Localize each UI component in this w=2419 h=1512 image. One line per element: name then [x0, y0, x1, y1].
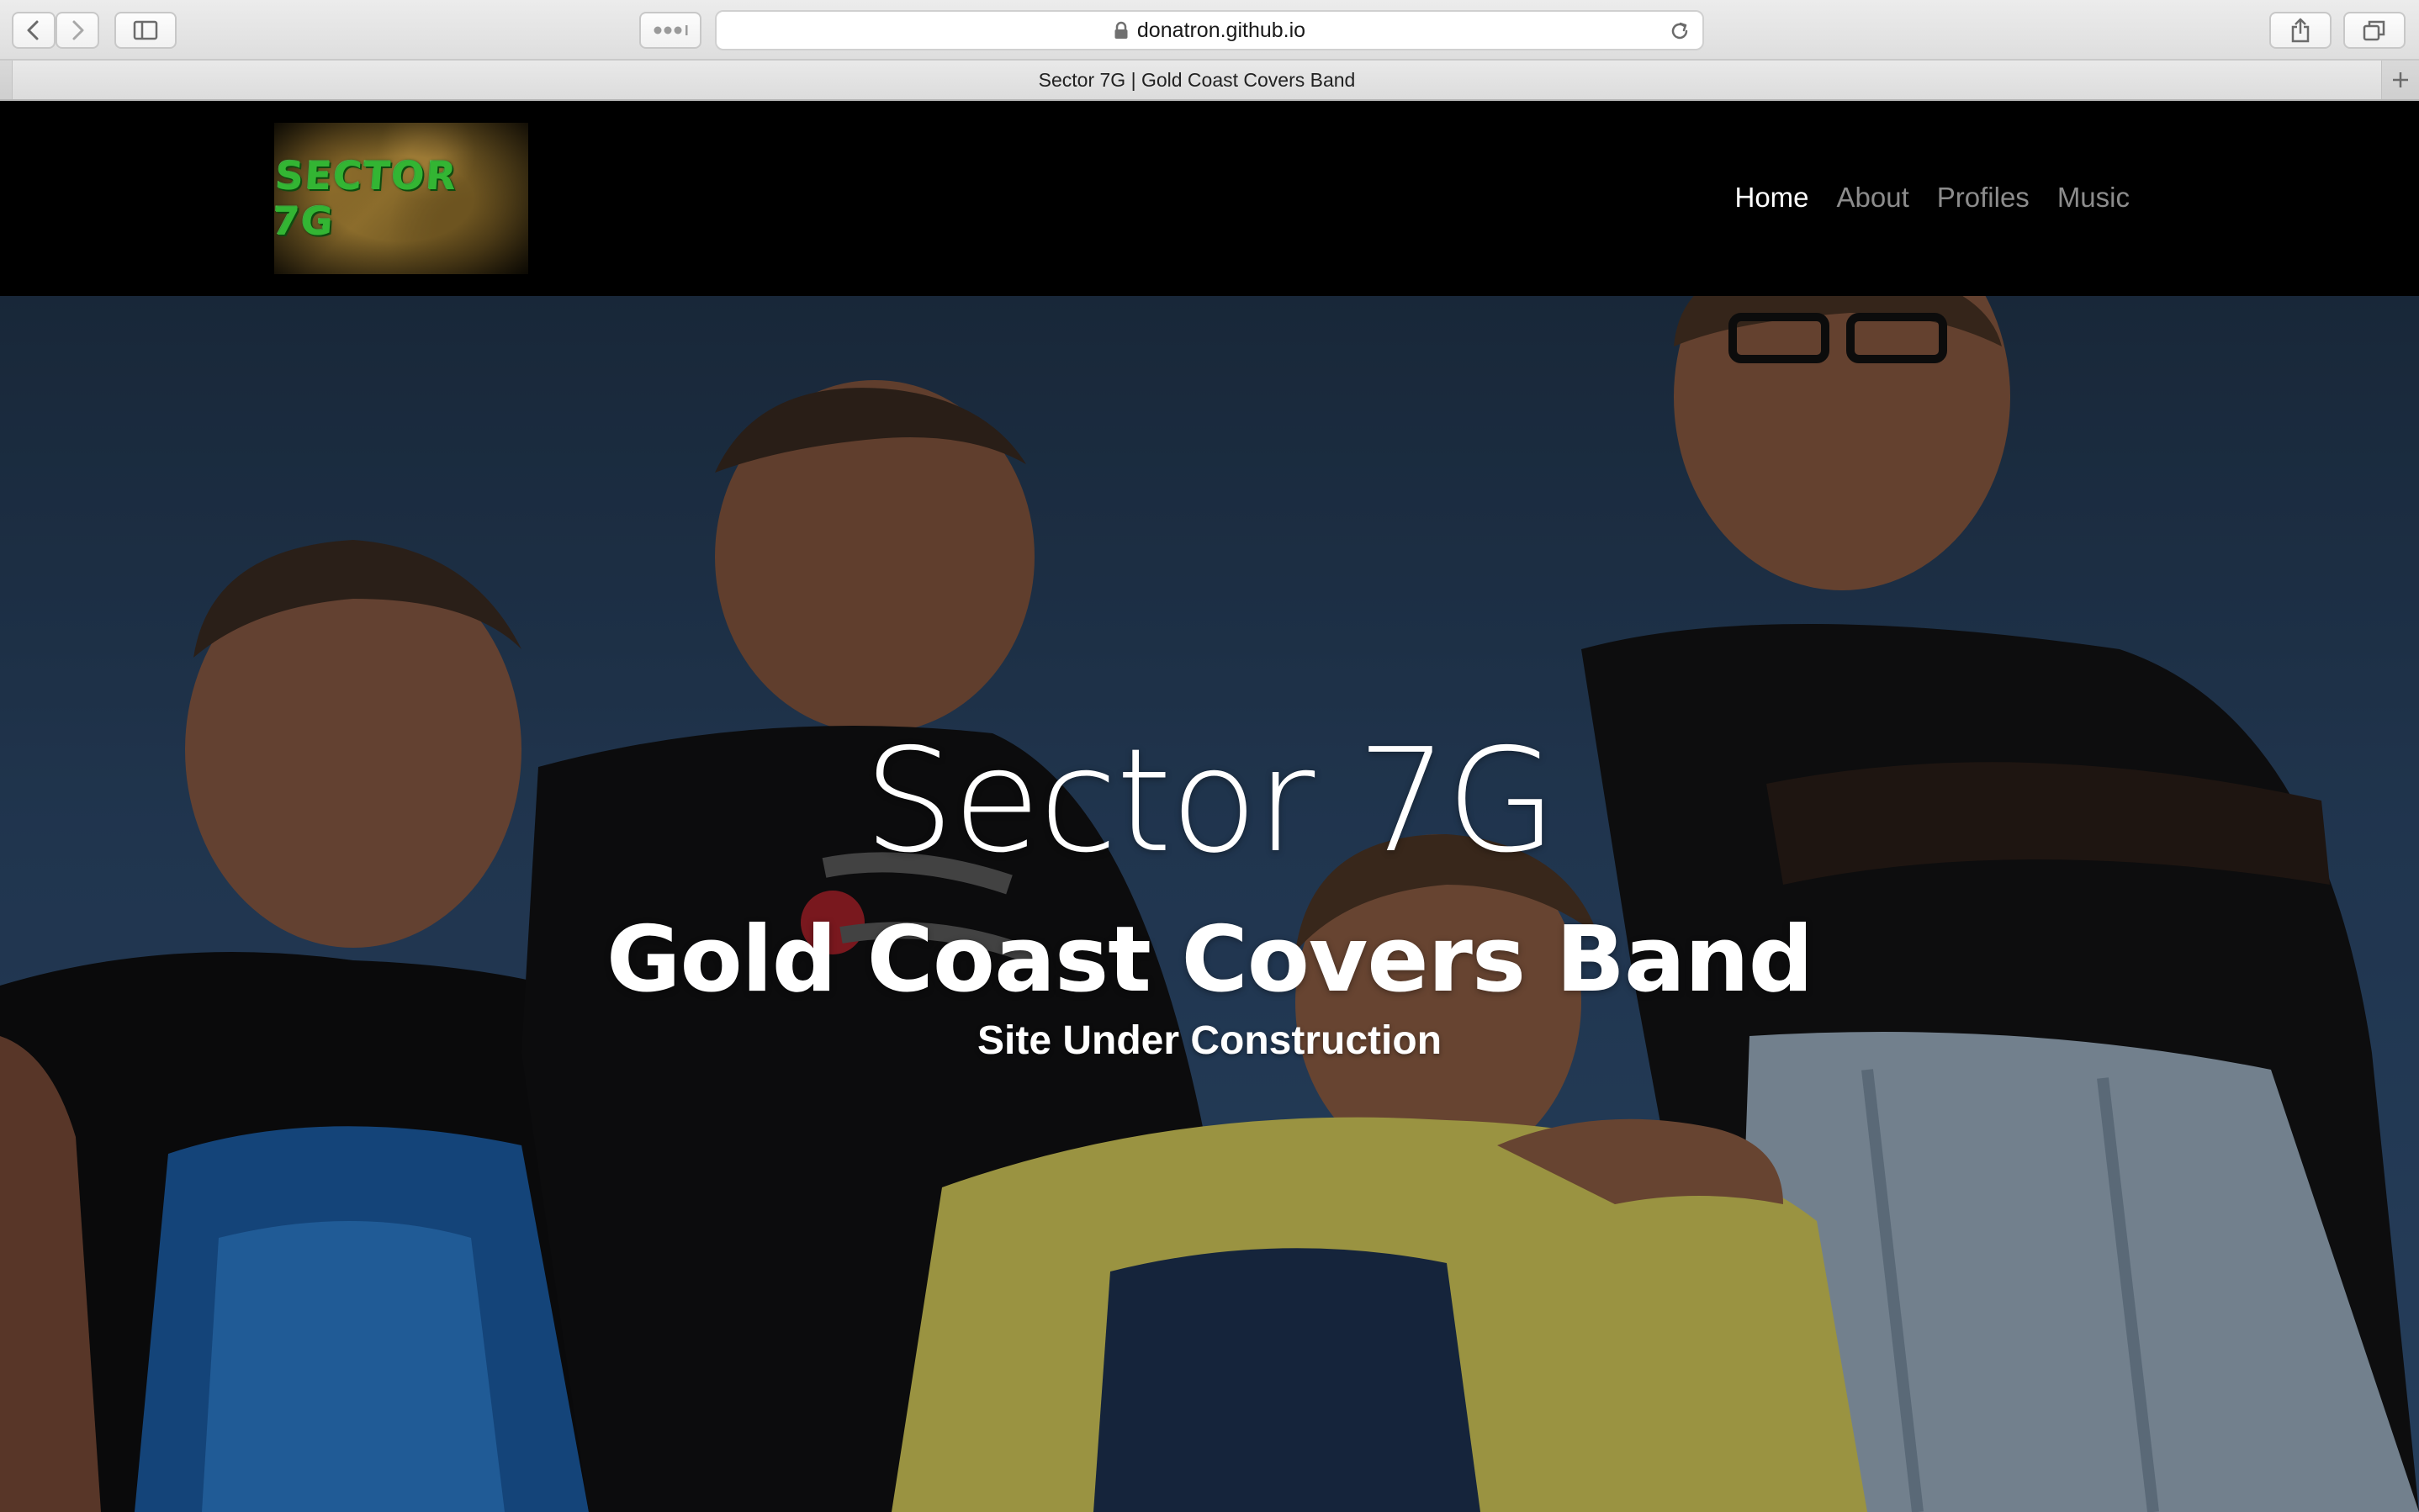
- browser-toolbar: donatron.github.io: [0, 0, 2419, 61]
- tab-bar: Sector 7G | Gold Coast Covers Band: [0, 61, 2419, 101]
- main-nav: Home About Profiles Music: [1734, 182, 2130, 214]
- plus-icon: [2393, 72, 2408, 87]
- share-button[interactable]: [2269, 12, 2332, 49]
- hero-text: Sector 7G Gold Coast Covers Band Site Un…: [0, 296, 2419, 1512]
- nav-about[interactable]: About: [1837, 182, 1909, 214]
- reload-icon[interactable]: [1669, 20, 1691, 42]
- hero-section: Sector 7G Gold Coast Covers Band Site Un…: [0, 296, 2419, 1512]
- share-icon: [2291, 18, 2310, 43]
- tab-title: Sector 7G | Gold Coast Covers Band: [1038, 68, 1356, 91]
- ellipsis-icon: [654, 25, 688, 35]
- site-header: SECTOR 7G Home About Profiles Music: [0, 101, 2419, 296]
- forward-button[interactable]: [56, 12, 99, 49]
- address-bar[interactable]: donatron.github.io: [715, 10, 1704, 50]
- chevron-left-icon: [27, 20, 39, 40]
- hero-note: Site Under Construction: [977, 1018, 1442, 1063]
- hero-title: Sector 7G: [863, 718, 1557, 885]
- sidebar-button[interactable]: [114, 12, 177, 49]
- url-text: donatron.github.io: [1136, 18, 1306, 42]
- new-tab-button[interactable]: [2382, 61, 2419, 99]
- hero-subtitle: Gold Coast Covers Band: [606, 907, 1813, 1012]
- site-logo[interactable]: SECTOR 7G: [271, 123, 528, 274]
- lock-icon: [1114, 21, 1128, 39]
- tab-active[interactable]: Sector 7G | Gold Coast Covers Band: [12, 61, 2382, 99]
- tabs-overview-icon: [2363, 20, 2385, 41]
- tabs-overview-button[interactable]: [2343, 12, 2406, 49]
- extensions-button[interactable]: [639, 12, 701, 49]
- back-button[interactable]: [12, 12, 56, 49]
- logo-text: SECTOR 7G: [271, 153, 459, 244]
- nav-music[interactable]: Music: [2057, 182, 2130, 214]
- nav-profiles[interactable]: Profiles: [1937, 182, 2030, 214]
- nav-home[interactable]: Home: [1734, 182, 1808, 214]
- sidebar-icon: [133, 20, 158, 40]
- chevron-right-icon: [72, 20, 84, 40]
